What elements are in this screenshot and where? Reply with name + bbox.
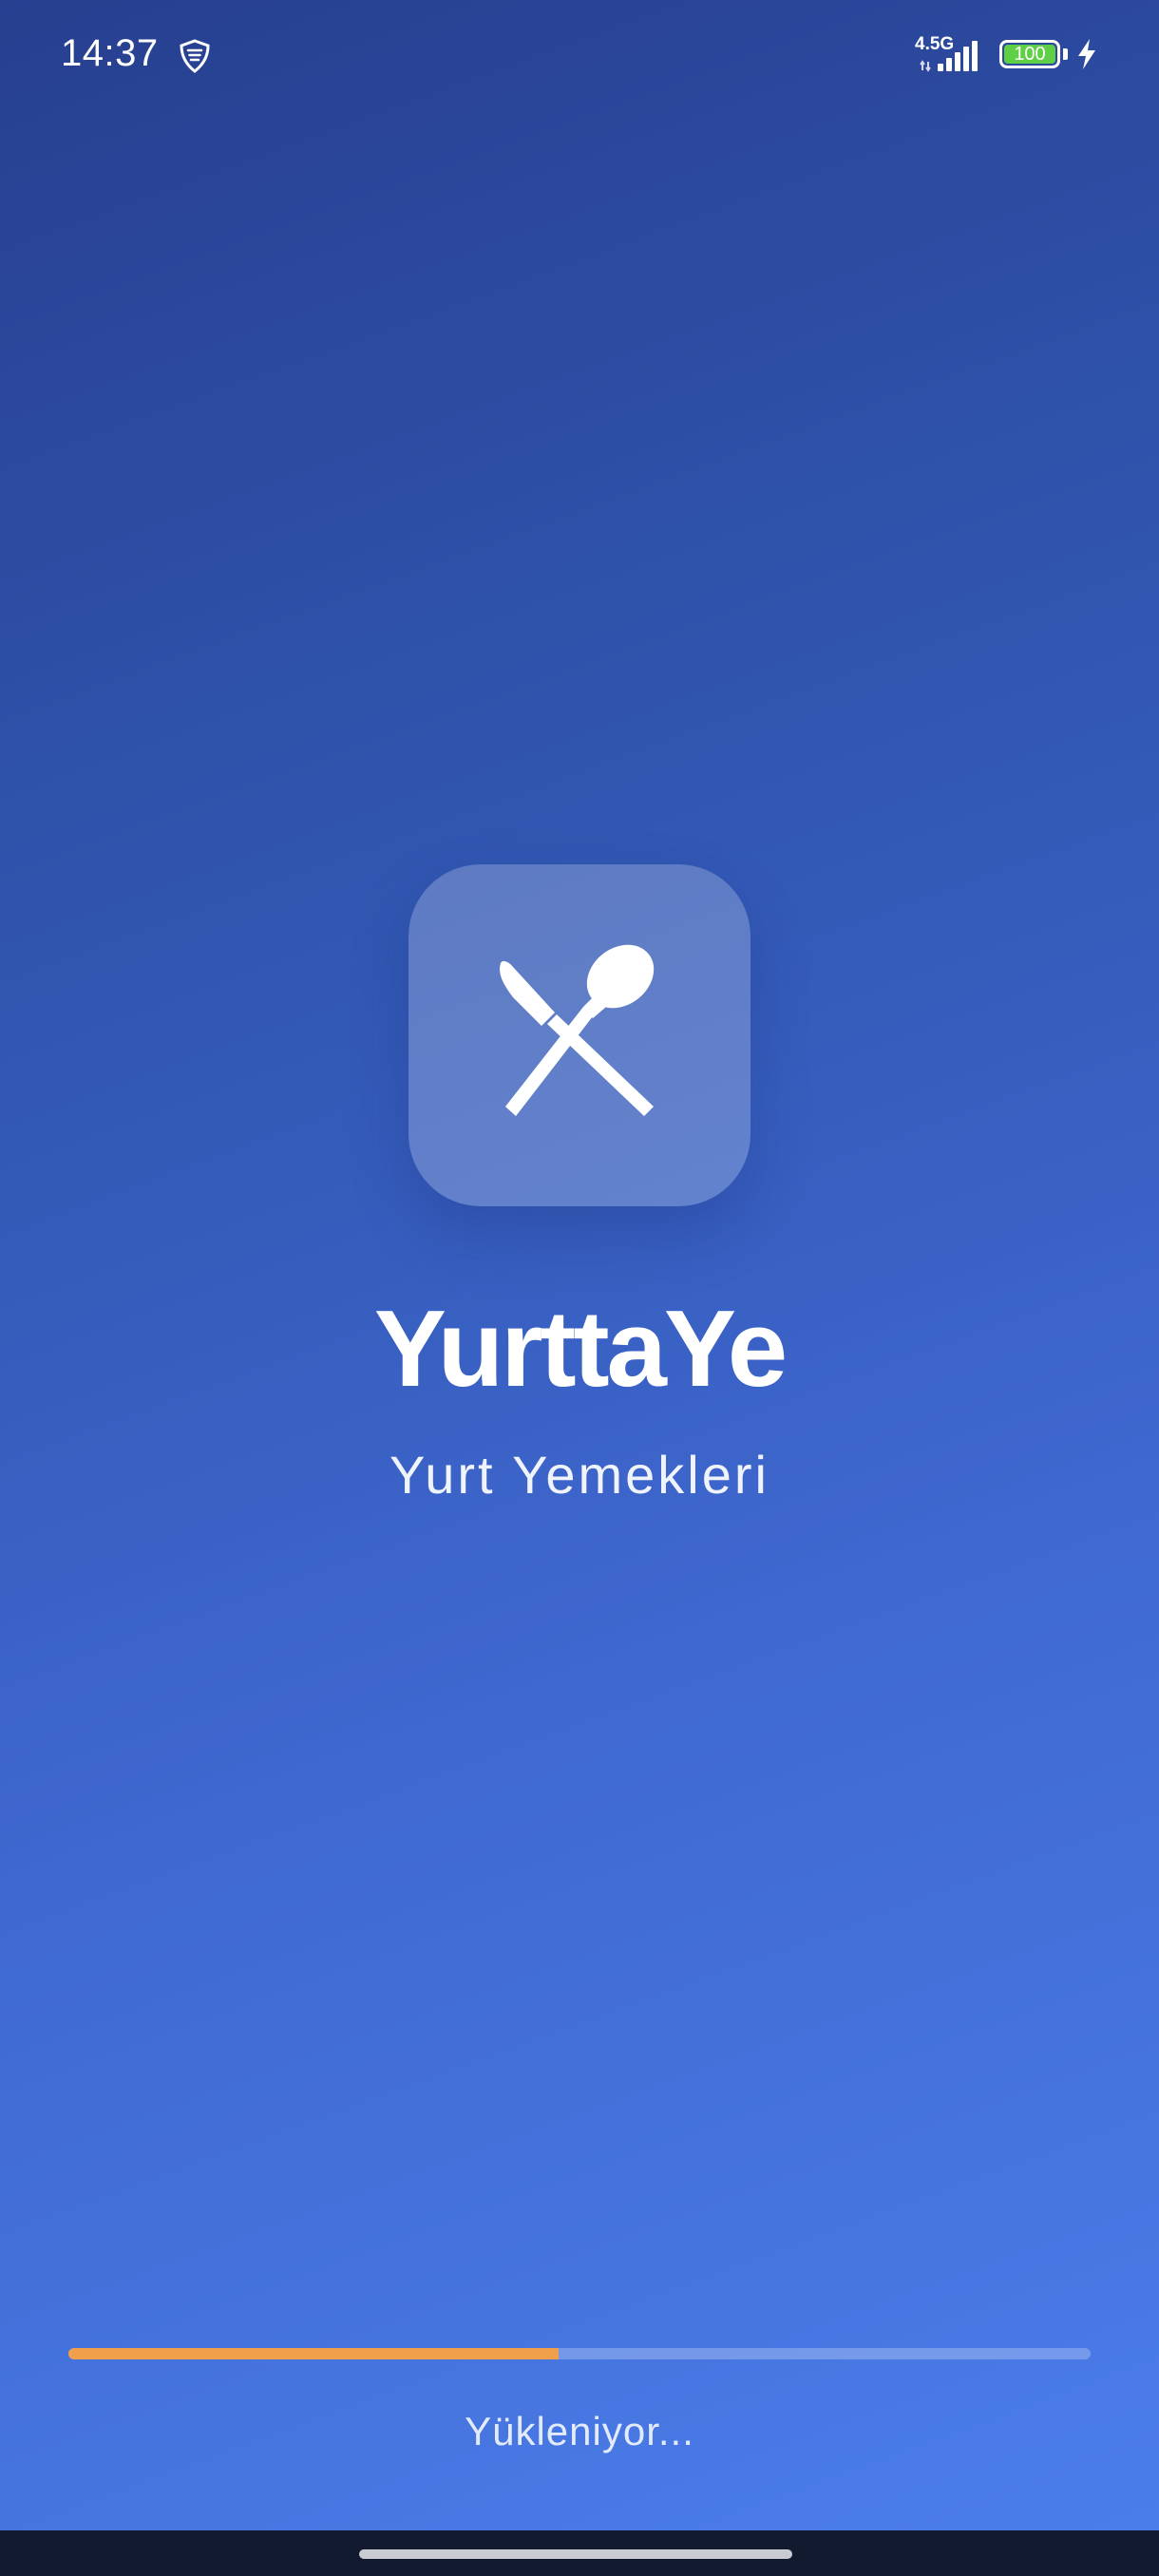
loading-label: Yükleniyor... — [465, 2409, 694, 2453]
battery-indicator: 100 — [999, 40, 1060, 68]
home-indicator[interactable] — [359, 2549, 792, 2559]
battery-tip — [1063, 48, 1068, 60]
charging-bolt-icon — [1078, 39, 1095, 69]
fork-spoon-utensils-icon — [500, 944, 655, 1116]
status-bar: 14:37 4.5G 100 — [0, 0, 1159, 114]
splash-screen: 14:37 4.5G 100 YurttaYe Yurt Yemekleri Y… — [0, 0, 1159, 2576]
status-time: 14:37 — [61, 32, 159, 74]
battery-level: 100 — [1004, 45, 1055, 64]
loading-progress-bar — [68, 2348, 1091, 2359]
app-subtitle: Yurt Yemekleri — [390, 1445, 770, 1505]
loading-progress-fill — [68, 2348, 560, 2359]
cellular-signal-icon — [920, 41, 978, 72]
vpn-shield-icon — [180, 39, 210, 73]
app-title: YurttaYe — [373, 1289, 788, 1410]
